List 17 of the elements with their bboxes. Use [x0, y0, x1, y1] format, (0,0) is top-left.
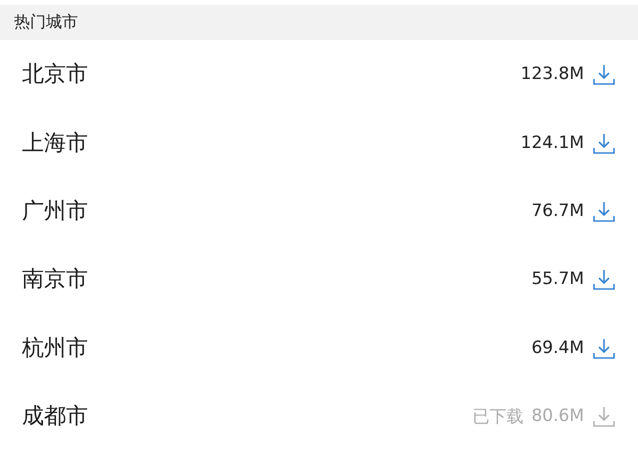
- city-name[interactable]: 杭州市: [22, 332, 532, 363]
- download-icon[interactable]: [592, 267, 616, 292]
- download-icon[interactable]: [592, 62, 616, 86]
- city-name[interactable]: 广州市: [22, 196, 532, 226]
- file-size: 69.4M: [531, 338, 584, 358]
- city-name[interactable]: 成都市: [22, 401, 472, 432]
- city-name[interactable]: 北京市: [22, 59, 521, 90]
- download-icon[interactable]: [592, 404, 616, 428]
- file-size: 80.6M: [531, 406, 584, 426]
- section-title: 热门城市: [14, 12, 78, 33]
- file-size: 123.8M: [520, 64, 584, 84]
- file-size: 55.7M: [531, 269, 584, 290]
- file-size: 124.1M: [520, 132, 584, 153]
- file-size: 76.7M: [531, 200, 584, 221]
- city-name[interactable]: 上海市: [22, 128, 521, 158]
- city-name[interactable]: 南京市: [22, 264, 532, 294]
- download-status: 已下载: [472, 406, 524, 428]
